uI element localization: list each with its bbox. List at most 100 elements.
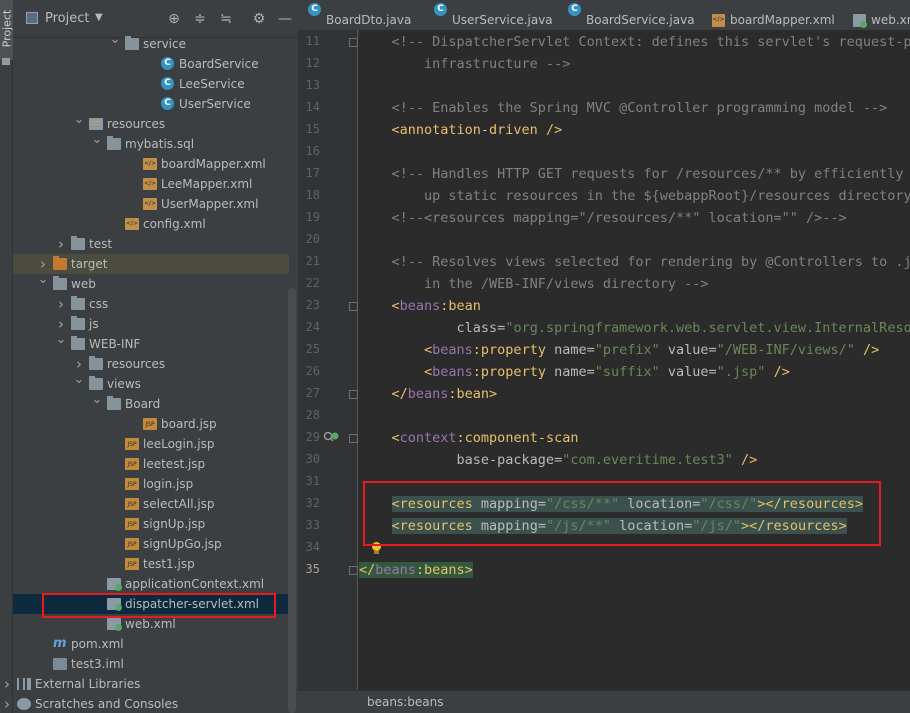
chevron-down-icon[interactable]: ⌄	[91, 130, 103, 150]
tree-row[interactable]: JSP test1.jsp	[13, 554, 289, 574]
tree-row-label: css	[89, 297, 109, 311]
tree-row[interactable]: JSP login.jsp	[13, 474, 289, 494]
code-line[interactable]: up static resources in the ${webappRoot}…	[359, 185, 910, 207]
fold-marker-icon[interactable]	[349, 566, 358, 575]
folder-icon	[71, 236, 85, 250]
code-line[interactable]: in the /WEB-INF/views directory -->	[359, 273, 708, 295]
chevron-down-icon[interactable]: ▼	[95, 12, 103, 23]
tree-row[interactable]: JSP selectAll.jsp	[13, 494, 289, 514]
tree-row[interactable]: C LeeService	[13, 74, 289, 94]
tree-row[interactable]: m pom.xml	[13, 634, 289, 654]
project-tool-tab-label: Project	[0, 9, 14, 48]
web-folder-icon	[53, 276, 67, 290]
tree-row[interactable]: › test	[13, 234, 289, 254]
project-panel-title[interactable]: Project	[45, 11, 89, 26]
class-icon: C	[161, 57, 174, 70]
fold-marker-icon[interactable]	[349, 390, 358, 399]
tool-window-strip: Project	[0, 0, 14, 713]
project-tree-scrollbar[interactable]	[288, 288, 296, 713]
tree-row[interactable]: applicationContext.xml	[13, 574, 289, 594]
chevron-right-icon[interactable]: ›	[1, 694, 13, 713]
fold-marker-icon[interactable]	[349, 302, 358, 311]
tree-row[interactable]: C BoardService	[13, 54, 289, 74]
chevron-down-icon[interactable]: ⌄	[109, 30, 121, 50]
chevron-down-icon[interactable]: ⌄	[37, 270, 49, 290]
tree-row[interactable]: › Scratches and Consoles	[4, 694, 289, 713]
line-number: 35	[305, 562, 320, 576]
fold-marker-icon[interactable]	[349, 38, 358, 47]
tree-row[interactable]: </> LeeMapper.xml	[13, 174, 289, 194]
chevron-down-icon[interactable]: ⌄	[91, 390, 103, 410]
code-line[interactable]: <!--<resources mapping="/resources/**" l…	[359, 207, 847, 229]
code-line[interactable]: </beans:beans>	[359, 559, 473, 581]
tree-row[interactable]: JSP leeLogin.jsp	[13, 434, 289, 454]
tree-row[interactable]: ⌄ views	[13, 372, 289, 394]
tree-row[interactable]: ⌄ service	[13, 32, 289, 54]
tree-row[interactable]: JSP board.jsp	[13, 414, 289, 434]
expand-all-icon[interactable]: ≑	[190, 9, 210, 29]
tree-row-label: target	[71, 257, 108, 271]
code-line[interactable]: base-package="com.everitime.test3" />	[359, 449, 758, 471]
chevron-down-icon[interactable]: ⌄	[73, 110, 85, 130]
code-token: "prefix"	[594, 342, 668, 358]
tree-row[interactable]: ⌄ Board	[13, 392, 289, 414]
code-line[interactable]: <context:component-scan	[359, 427, 579, 449]
chevron-right-icon[interactable]: ›	[55, 294, 67, 314]
code-line[interactable]: <!-- Handles HTTP GET requests for /reso…	[359, 163, 910, 185]
scratches-icon	[17, 698, 31, 710]
code-token: "org.springframework.web.servlet.view.In…	[505, 320, 910, 336]
code-line[interactable]: class="org.springframework.web.servlet.v…	[359, 317, 910, 339]
code-token: name=	[554, 342, 595, 358]
tree-row[interactable]: › resources	[13, 354, 289, 374]
chevron-right-icon[interactable]: ›	[1, 674, 13, 694]
fold-marker-icon[interactable]	[349, 434, 358, 443]
gear-icon[interactable]: ⚙	[249, 9, 269, 29]
folder-icon	[107, 396, 121, 410]
code-token: "suffix"	[594, 364, 668, 380]
tree-row[interactable]: ⌄ WEB-INF	[13, 332, 289, 354]
tree-row[interactable]: ⌄ mybatis.sql	[13, 132, 289, 154]
breadcrumb[interactable]: beans:beans	[367, 695, 443, 709]
spring-bean-gutter-icon[interactable]	[323, 429, 339, 443]
code-editor[interactable]: <!-- DispatcherServlet Context: defines …	[359, 30, 910, 690]
tree-row[interactable]: JSP signUp.jsp	[13, 514, 289, 534]
tree-row[interactable]: JSP leetest.jsp	[13, 454, 289, 474]
xml-icon: </>	[143, 178, 157, 190]
project-tool-tab[interactable]: Project	[0, 0, 14, 60]
code-line[interactable]: <beans:property name="prefix" value="/WE…	[359, 339, 879, 361]
code-line[interactable]: <beans:bean	[359, 295, 481, 317]
tree-row-label: board.jsp	[161, 417, 217, 431]
collapse-all-icon[interactable]: ≒	[216, 9, 236, 29]
code-line[interactable]: <!-- Resolves views selected for renderi…	[359, 251, 910, 273]
tree-row[interactable]: ⌄ resources	[13, 112, 289, 134]
code-line[interactable]: <beans:property name="suffix" value=".js…	[359, 361, 790, 383]
tree-row[interactable]: </> UserMapper.xml	[13, 194, 289, 214]
tree-row[interactable]: C UserService	[13, 94, 289, 114]
tree-row[interactable]: › target	[13, 254, 289, 274]
tree-row[interactable]: </> config.xml	[13, 214, 289, 234]
jsp-icon: JSP	[125, 518, 139, 530]
tree-row[interactable]: </> boardMapper.xml	[13, 154, 289, 174]
code-line[interactable]: </beans:bean>	[359, 383, 498, 405]
tree-row[interactable]: ⌄ web	[13, 272, 289, 294]
hide-icon[interactable]: —	[275, 9, 295, 29]
tree-row[interactable]: test3.iml	[13, 654, 289, 674]
tree-row[interactable]: › css	[13, 294, 289, 314]
chevron-right-icon[interactable]: ›	[55, 234, 67, 254]
chevron-down-icon[interactable]: ⌄	[73, 370, 85, 390]
code-line[interactable]: <!-- DispatcherServlet Context: defines …	[359, 31, 910, 53]
line-number: 23	[305, 298, 320, 312]
tree-row[interactable]: › External Libraries	[4, 674, 289, 694]
tree-row-label: web	[71, 277, 96, 291]
code-token: <!-- Enables the Spring MVC @Controller …	[359, 100, 888, 116]
chevron-down-icon[interactable]: ⌄	[55, 330, 67, 350]
line-number: 21	[305, 254, 320, 268]
tree-row-label: selectAll.jsp	[143, 497, 215, 511]
locate-icon[interactable]: ⊕	[164, 9, 184, 29]
folder-icon	[2, 58, 10, 65]
code-token: :beans>	[415, 562, 473, 578]
code-line[interactable]: <!-- Enables the Spring MVC @Controller …	[359, 97, 888, 119]
code-line[interactable]: <annotation-driven />	[359, 119, 563, 141]
code-line[interactable]: infrastructure -->	[359, 53, 570, 75]
tree-row[interactable]: JSP signUpGo.jsp	[13, 534, 289, 554]
